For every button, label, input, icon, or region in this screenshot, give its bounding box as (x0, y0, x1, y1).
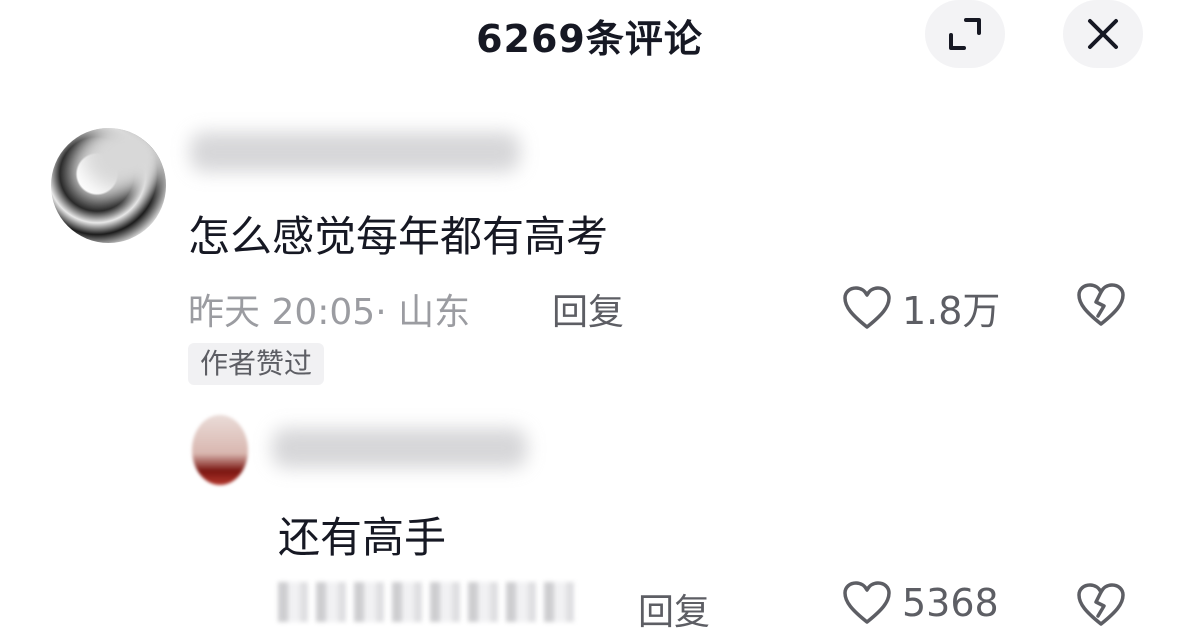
comment-meta: 昨天 20:05· 山东 (188, 292, 471, 333)
broken-heart-icon (1077, 583, 1125, 626)
dislike-button[interactable] (1076, 282, 1126, 332)
reply-button[interactable]: 回复 (552, 283, 624, 335)
avatar[interactable] (51, 128, 166, 243)
expand-button[interactable] (925, 0, 1005, 68)
close-button[interactable] (1063, 0, 1143, 68)
close-icon (1088, 19, 1118, 49)
dislike-button[interactable] (1076, 582, 1126, 632)
like-button[interactable]: 1.8万 (842, 280, 1000, 335)
expand-icon (949, 18, 981, 50)
heart-icon (843, 581, 891, 624)
reply-button[interactable]: 回复 (638, 583, 710, 635)
broken-heart-icon (1077, 283, 1125, 326)
username-blurred[interactable] (190, 132, 520, 172)
comment-text: 还有高手 (278, 513, 447, 562)
comment-meta-blurred (278, 582, 578, 622)
like-button[interactable]: 5368 (842, 580, 999, 626)
like-count: 5368 (902, 581, 999, 625)
username-blurred[interactable] (272, 428, 527, 468)
avatar[interactable] (192, 415, 248, 485)
like-count: 1.8万 (902, 289, 1001, 333)
heart-icon (843, 285, 891, 329)
avatar-blur (81, 128, 166, 193)
comment-text: 怎么感觉每年都有高考 (188, 212, 609, 261)
author-liked-badge: 作者赞过 (188, 343, 325, 385)
